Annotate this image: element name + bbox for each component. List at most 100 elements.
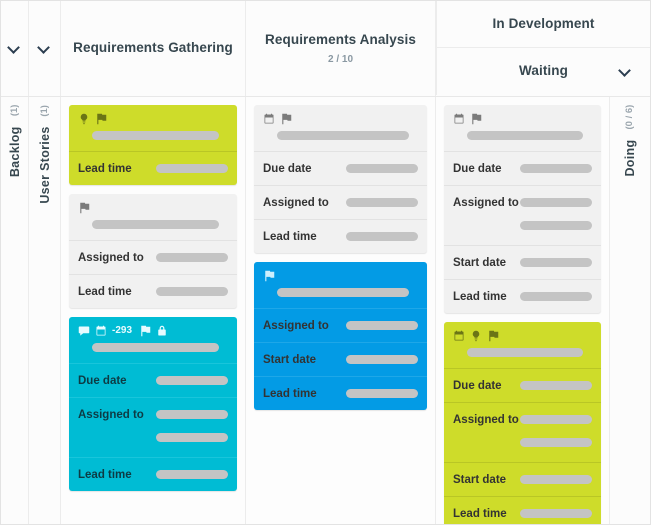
card-header: -293 bbox=[69, 317, 237, 363]
card-field-label: Due date bbox=[453, 162, 502, 175]
card-title-placeholder bbox=[467, 131, 583, 140]
card-field-label: Due date bbox=[453, 379, 502, 392]
card-field-row-extra bbox=[444, 219, 601, 245]
card-field-row: Lead time bbox=[254, 219, 427, 253]
card-field-label: Lead time bbox=[263, 230, 317, 243]
card-icon-row: -293 bbox=[78, 324, 228, 337]
card-title-placeholder bbox=[277, 131, 409, 140]
card-field-label: Assigned to bbox=[453, 196, 519, 209]
card-title-placeholder bbox=[92, 220, 219, 229]
chevron-down-icon[interactable] bbox=[38, 42, 51, 55]
column-body-requirements-gathering: Lead time Assigned to Lead time -293 Due dat… bbox=[61, 97, 246, 524]
card-field-label: Lead time bbox=[453, 507, 507, 520]
card-field-value-placeholder bbox=[520, 164, 592, 173]
column-header-requirements-analysis[interactable]: Requirements Analysis 2 / 10 bbox=[246, 1, 436, 96]
card-field-row: Assigned to bbox=[444, 185, 601, 219]
card-field-row: Assigned to bbox=[69, 240, 237, 274]
card-field-label: Start date bbox=[453, 473, 507, 486]
card-header bbox=[444, 105, 601, 151]
card-header bbox=[254, 105, 427, 151]
parent-column-title: In Development bbox=[492, 15, 595, 31]
card-field-value-placeholder bbox=[520, 198, 592, 207]
card-field-row: Lead time bbox=[69, 457, 237, 491]
card-field-value-placeholder bbox=[156, 287, 228, 296]
card-field-row: Assigned to bbox=[69, 397, 237, 431]
swimlane-label: User Stories (1) bbox=[38, 105, 52, 204]
card-icon-row bbox=[78, 112, 228, 125]
card-icon-row bbox=[78, 201, 228, 214]
card-field-row: Due date bbox=[254, 151, 427, 185]
chevron-down-icon[interactable] bbox=[619, 65, 632, 78]
kanban-board: Requirements Gathering Requirements Anal… bbox=[0, 0, 651, 525]
card-field-label: Assigned to bbox=[78, 251, 144, 264]
flag-icon bbox=[472, 113, 482, 124]
sub-column-title: Waiting bbox=[519, 63, 568, 79]
card-field-row: Assigned to bbox=[254, 308, 427, 342]
card[interactable]: Due date Assigned to Start date Lead time bbox=[444, 105, 601, 313]
card-field-label: Due date bbox=[78, 374, 127, 387]
card[interactable]: Due date Assigned to Start date Lead time bbox=[444, 322, 601, 524]
column-body-waiting: Due date Assigned to Start date Lead time Du… bbox=[436, 97, 609, 524]
swimlane-name: User Stories bbox=[37, 126, 52, 204]
comment-icon bbox=[78, 326, 90, 336]
flag-icon bbox=[97, 113, 107, 124]
flag-icon bbox=[80, 202, 90, 213]
card-field-value-placeholder bbox=[520, 509, 592, 518]
board-body: Backlog (1) User Stories (1) Lead time As… bbox=[1, 97, 650, 524]
card-field-row: Assigned to bbox=[254, 185, 427, 219]
card-field-value-placeholder bbox=[346, 164, 418, 173]
card-field-label: Lead time bbox=[453, 290, 507, 303]
swimlane-collapse-user-stories[interactable] bbox=[29, 1, 61, 96]
column-title: Requirements Gathering bbox=[73, 40, 233, 56]
card-field-label: Assigned to bbox=[263, 196, 329, 209]
card-field-row: Assigned to bbox=[444, 402, 601, 436]
card-field-value-placeholder bbox=[156, 376, 228, 385]
card-field-value-placeholder bbox=[156, 433, 228, 442]
lock-icon bbox=[158, 325, 166, 335]
flag-icon bbox=[489, 330, 499, 341]
card-field-value-placeholder bbox=[156, 470, 228, 479]
chevron-down-icon[interactable] bbox=[8, 42, 21, 55]
card-title-placeholder bbox=[92, 131, 219, 140]
card-field-label: Lead time bbox=[263, 387, 317, 400]
card[interactable]: -293 Due date Assigned to Lead time bbox=[69, 317, 237, 491]
swimlane-count: (1) bbox=[38, 105, 50, 117]
swimlane-label: Doing (0 / 6) bbox=[623, 105, 637, 177]
sub-column-header-waiting[interactable]: Waiting bbox=[436, 48, 650, 95]
card-header bbox=[444, 322, 601, 368]
swimlane-label-doing[interactable]: Doing (0 / 6) bbox=[609, 97, 650, 524]
parent-column-header[interactable]: In Development bbox=[436, 1, 650, 48]
card-field-label: Start date bbox=[263, 353, 317, 366]
card-field-row: Lead time bbox=[69, 151, 237, 185]
column-title: Requirements Analysis bbox=[265, 32, 416, 48]
card-field-label: Lead time bbox=[78, 468, 132, 481]
card-title-placeholder bbox=[92, 343, 219, 352]
card-field-value-placeholder bbox=[156, 164, 228, 173]
swimlane-count: (0 / 6) bbox=[624, 105, 635, 130]
lightbulb-icon bbox=[472, 330, 480, 341]
swimlane-collapse-backlog[interactable] bbox=[1, 1, 29, 96]
card-field-label: Due date bbox=[263, 162, 312, 175]
card-field-row: Lead time bbox=[69, 274, 237, 308]
column-header-requirements-gathering[interactable]: Requirements Gathering bbox=[61, 1, 246, 96]
card[interactable]: Assigned to Lead time bbox=[69, 194, 237, 308]
flag-icon bbox=[141, 325, 151, 336]
card[interactable]: Assigned to Start date Lead time bbox=[254, 262, 427, 410]
card-header bbox=[69, 194, 237, 240]
card-icon-row bbox=[453, 329, 592, 342]
card-title-placeholder bbox=[277, 288, 409, 297]
card-field-value-placeholder bbox=[346, 355, 418, 364]
swimlane-label-user-stories[interactable]: User Stories (1) bbox=[29, 97, 61, 524]
card-field-row: Start date bbox=[444, 245, 601, 279]
card[interactable]: Due date Assigned to Lead time bbox=[254, 105, 427, 253]
card[interactable]: Lead time bbox=[69, 105, 237, 185]
card-field-row: Start date bbox=[444, 462, 601, 496]
card-field-row: Start date bbox=[254, 342, 427, 376]
column-header-in-development: In Development Waiting bbox=[436, 1, 650, 96]
flag-icon bbox=[265, 270, 275, 281]
card-field-value-placeholder bbox=[520, 381, 592, 390]
lightbulb-icon bbox=[80, 113, 88, 124]
swimlane-label-backlog[interactable]: Backlog (1) bbox=[1, 97, 29, 524]
card-field-row: Lead time bbox=[254, 376, 427, 410]
card-field-label: Assigned to bbox=[453, 413, 519, 426]
